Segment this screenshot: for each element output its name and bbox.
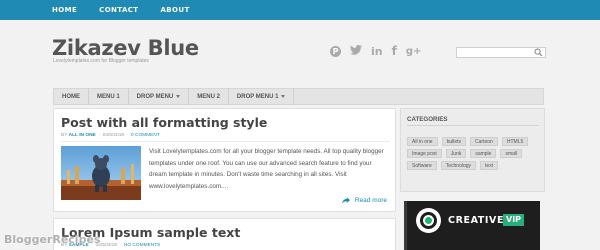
ad-badge: VIP <box>503 214 525 226</box>
social-links: P in f g+ <box>330 44 430 58</box>
watermark: BloggerRecipes <box>4 233 101 246</box>
site-title[interactable]: Zikazev Blue <box>52 36 199 60</box>
menu-item-label: MENU 2 <box>197 93 220 100</box>
post-comments-link[interactable]: NO COMMENTS <box>124 243 161 248</box>
post-thumbnail[interactable] <box>61 146 141 200</box>
category-tag[interactable]: text <box>480 161 499 170</box>
category-tag[interactable]: small <box>500 149 523 158</box>
menu-item-menu-2[interactable]: MENU 2 <box>189 88 229 105</box>
post-card: Post with all formatting style BY ALL IN… <box>53 108 396 212</box>
menu-item-label: MENU 1 <box>97 93 120 100</box>
caret-down-icon <box>176 95 181 98</box>
divider <box>61 141 390 142</box>
category-tag[interactable]: All in one <box>407 137 438 146</box>
menu-item-drop-menu-1[interactable]: DROP MENU 1 <box>229 88 295 105</box>
ad-banner[interactable]: CREATIVE VIP <box>404 201 540 250</box>
divider <box>407 125 539 126</box>
menu-item-label: DROP MENU 1 <box>236 93 279 100</box>
share-arrow-icon <box>341 197 350 204</box>
menu-item-home[interactable]: HOME <box>54 88 89 105</box>
post-title[interactable]: Post with all formatting style <box>61 115 267 130</box>
post-meta: BY ALL IN ONE · 04/6/2018 · 0 COMMENT <box>61 133 160 138</box>
category-tag[interactable]: HTML5 <box>501 137 529 146</box>
google-plus-icon[interactable]: g+ <box>406 46 422 57</box>
top-nav-contact[interactable]: CONTACT <box>99 0 138 20</box>
site-subtitle: Lovelytemplates.com for Blogger template… <box>53 58 149 64</box>
read-more-label: Read more <box>354 197 387 204</box>
author-prefix: BY <box>61 133 68 138</box>
main-menu: HOME MENU 1 DROP MENU MENU 2 DROP MENU 1 <box>53 88 544 105</box>
top-nav-about[interactable]: ABOUT <box>160 0 189 20</box>
widget-title: CATEGORIES <box>407 116 448 123</box>
search-box <box>456 47 546 65</box>
post-date: 04/6/2018 <box>102 133 125 138</box>
category-tag[interactable]: bullets <box>441 137 467 146</box>
creative-vip-logo-icon <box>416 208 441 233</box>
menu-item-label: HOME <box>62 93 80 100</box>
menu-item-label: DROP MENU <box>136 93 174 100</box>
post-card: Lorem Ipsum sample text BY SAMPLE · 04/5… <box>53 218 396 250</box>
category-tag[interactable]: Software <box>407 161 437 170</box>
search-input[interactable] <box>457 55 533 65</box>
facebook-icon[interactable]: f <box>392 44 397 58</box>
ad-brand: CREATIVE <box>448 215 505 226</box>
menu-item-drop-menu[interactable]: DROP MENU <box>129 88 190 105</box>
post-author[interactable]: ALL IN ONE <box>69 133 96 138</box>
top-nav: HOME CONTACT ABOUT <box>52 0 212 20</box>
twitter-icon[interactable] <box>350 44 362 58</box>
caret-down-icon <box>281 95 286 98</box>
post-comments-link[interactable]: 0 COMMENT <box>131 133 160 138</box>
menu-item-menu-1[interactable]: MENU 1 <box>89 88 129 105</box>
category-tag[interactable]: Junk <box>445 149 467 158</box>
pinterest-icon[interactable]: P <box>330 45 341 57</box>
post-excerpt: Visit Lovelytemplates.com for all your b… <box>149 148 384 190</box>
ad-stripe <box>404 201 407 250</box>
category-tag[interactable]: Cartoon <box>470 137 498 146</box>
logo-dot <box>425 217 432 224</box>
search-icon[interactable] <box>534 48 543 57</box>
category-tags: All in one bullets Cartoon HTML5 Image p… <box>407 137 542 173</box>
top-nav-home[interactable]: HOME <box>52 0 77 20</box>
read-more-link[interactable]: Read more <box>341 197 387 204</box>
category-tag[interactable]: Image post <box>407 149 442 158</box>
category-tag[interactable]: sample <box>470 149 497 158</box>
categories-widget: CATEGORIES All in one bullets Cartoon HT… <box>400 108 545 192</box>
linkedin-icon[interactable]: in <box>371 45 383 58</box>
category-tag[interactable]: Technology <box>440 161 477 170</box>
